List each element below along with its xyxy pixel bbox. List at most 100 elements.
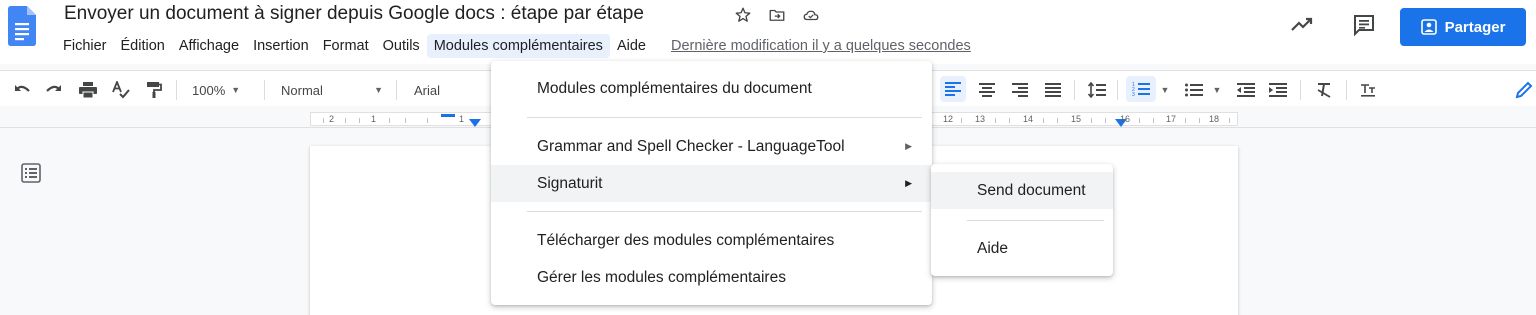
menu-item-label: Signaturit: [537, 174, 603, 192]
zoom-value: 100%: [192, 82, 226, 98]
last-edit-link[interactable]: Dernière modification il y a quelques se…: [671, 38, 971, 54]
ruler-tick: [1139, 118, 1140, 123]
ruler-tick: [1105, 118, 1106, 123]
toolbar-divider: [1117, 80, 1118, 100]
submenu-item-label: Aide: [977, 239, 1009, 257]
spellcheck-icon[interactable]: [110, 79, 132, 101]
cloud-status-icon[interactable]: [801, 5, 821, 25]
ruler-label: 13: [975, 114, 986, 124]
ruler-label: 12: [943, 114, 954, 124]
ruler-tick: [359, 118, 360, 123]
decrease-indent-icon[interactable]: [1236, 79, 1256, 101]
chevron-down-icon[interactable]: ▼: [1212, 79, 1222, 101]
chevron-down-icon: ▼: [374, 85, 383, 95]
comment-history-icon[interactable]: [1352, 13, 1376, 37]
submenu-arrow-icon: ▶: [905, 141, 912, 151]
menu-divider: [967, 220, 1104, 221]
toolbar-divider: [264, 80, 265, 100]
ruler-tick: [1153, 118, 1154, 123]
edit-mode-pencil-icon[interactable]: [1514, 79, 1534, 101]
toolbar-divider: [176, 80, 177, 100]
align-left-icon[interactable]: [940, 76, 966, 102]
menu-item-manage-addons[interactable]: Gérer les modules complémentaires: [491, 259, 932, 296]
chevron-down-icon: ▼: [231, 85, 241, 95]
share-button-label: Partager: [1444, 18, 1506, 36]
style-value: Normal: [281, 82, 323, 98]
ruler-label: 18: [1209, 114, 1220, 124]
svg-text:3: 3: [1132, 92, 1135, 97]
menu-modules-complementaires[interactable]: Modules complémentaires: [426, 34, 610, 58]
google-docs-window: Envoyer un document à signer depuis Goog…: [0, 0, 1536, 315]
print-icon[interactable]: [78, 79, 98, 101]
menu-edition[interactable]: Édition: [114, 34, 172, 58]
ruler-label: 16: [1120, 114, 1131, 124]
signaturit-submenu: Send document Aide: [931, 164, 1113, 276]
font-value: Arial: [414, 82, 441, 98]
ruler-tick: [323, 118, 324, 123]
left-indent-marker[interactable]: [469, 119, 481, 127]
ruler-tick: [1057, 118, 1058, 123]
text-input-tools-icon[interactable]: [1358, 79, 1378, 101]
ruler-tick: [389, 118, 390, 123]
clear-formatting-icon[interactable]: [1314, 79, 1334, 101]
chevron-down-icon[interactable]: ▼: [1160, 79, 1170, 101]
menu-fichier[interactable]: Fichier: [56, 34, 114, 58]
header: Envoyer un document à signer depuis Goog…: [0, 0, 1536, 64]
star-icon[interactable]: [733, 5, 753, 25]
addons-menu: Modules complémentaires du document Gram…: [491, 61, 932, 305]
line-spacing-icon[interactable]: [1087, 79, 1107, 101]
ruler-tick: [405, 118, 406, 123]
increase-indent-icon[interactable]: [1268, 79, 1288, 101]
share-button[interactable]: Partager: [1400, 8, 1526, 46]
redo-icon[interactable]: [44, 79, 64, 101]
menu-affichage[interactable]: Affichage: [172, 34, 246, 58]
title-icons: [733, 5, 821, 25]
menu-outils[interactable]: Outils: [376, 34, 427, 58]
ruler-tick: [427, 118, 428, 123]
toolbar-divider: [1074, 80, 1075, 100]
menubar: Fichier Édition Affichage Insertion Form…: [56, 32, 971, 60]
share-people-icon: [1420, 19, 1437, 35]
menu-item-signaturit[interactable]: Signaturit ▶: [491, 165, 932, 202]
zoom-select[interactable]: 100% ▼: [192, 79, 254, 101]
menu-aide[interactable]: Aide: [610, 34, 653, 58]
docs-logo-icon[interactable]: [8, 6, 36, 46]
numbered-list-icon[interactable]: 123: [1126, 76, 1156, 102]
menu-item-document-addons[interactable]: Modules complémentaires du document: [491, 70, 932, 107]
menu-divider: [527, 117, 922, 118]
menu-insertion[interactable]: Insertion: [246, 34, 316, 58]
document-outline-icon[interactable]: [20, 162, 42, 184]
style-select[interactable]: Normal ▼: [281, 79, 383, 101]
submenu-item-label: Send document: [977, 181, 1086, 199]
menu-item-label: Gérer les modules complémentaires: [537, 268, 786, 286]
ruler-tick: [961, 118, 962, 123]
ruler-label: 1: [459, 114, 465, 124]
align-justify-icon[interactable]: [1043, 79, 1063, 101]
menu-item-get-addons[interactable]: Télécharger des modules complémentaires: [491, 222, 932, 259]
submenu-item-aide[interactable]: Aide: [931, 230, 1113, 267]
align-right-icon[interactable]: [1010, 79, 1030, 101]
font-select[interactable]: Arial: [414, 79, 474, 101]
first-line-indent-marker[interactable]: [441, 114, 455, 117]
menu-item-languagetool[interactable]: Grammar and Spell Checker - LanguageTool…: [491, 128, 932, 165]
ruler-tick: [1009, 118, 1010, 123]
toolbar-divider: [1346, 80, 1347, 100]
menu-item-label: Grammar and Spell Checker - LanguageTool: [537, 137, 845, 155]
align-center-icon[interactable]: [977, 79, 997, 101]
ruler-tick: [1229, 118, 1230, 123]
ruler-tick: [1199, 118, 1200, 123]
move-folder-icon[interactable]: [767, 5, 787, 25]
activity-trend-icon[interactable]: [1290, 14, 1316, 34]
ruler-tick: [1043, 118, 1044, 123]
ruler-tick: [1185, 118, 1186, 123]
document-title[interactable]: Envoyer un document à signer depuis Goog…: [64, 3, 644, 25]
ruler-label: 14: [1023, 114, 1034, 124]
submenu-item-send-document[interactable]: Send document: [931, 172, 1113, 209]
ruler-label: 2: [329, 114, 335, 124]
bulleted-list-icon[interactable]: [1184, 79, 1204, 101]
paint-format-icon[interactable]: [144, 79, 164, 101]
menu-format[interactable]: Format: [316, 34, 376, 58]
submenu-arrow-icon: ▶: [905, 178, 912, 188]
undo-icon[interactable]: [12, 79, 32, 101]
ruler-tick: [995, 118, 996, 123]
